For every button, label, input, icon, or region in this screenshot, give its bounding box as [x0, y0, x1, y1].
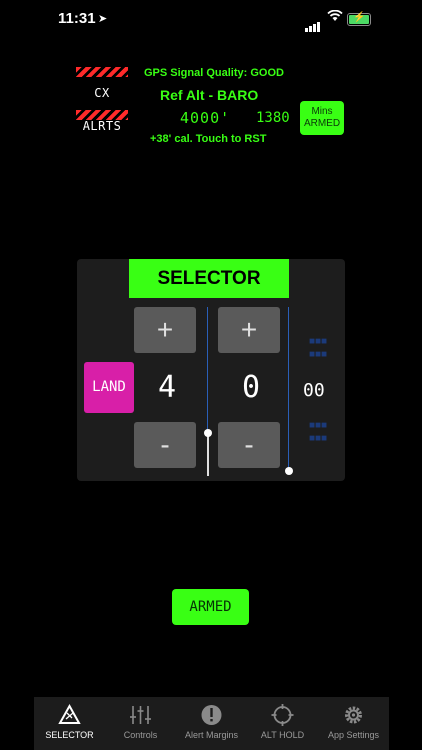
gear-icon	[345, 706, 362, 724]
left-scale-line	[207, 307, 208, 432]
tab-controls[interactable]: Controls	[105, 697, 176, 750]
right-scale-line	[288, 307, 289, 470]
armed-button[interactable]: ARMED	[172, 589, 249, 625]
crosshair-icon	[271, 704, 294, 726]
tab-controls-label: Controls	[123, 730, 158, 740]
battery-icon: ⚡	[347, 12, 371, 26]
sliders-icon	[130, 706, 151, 724]
ref-alt-value: 4000'	[180, 109, 231, 127]
wifi-icon	[327, 10, 343, 21]
faint-indicator-top: ■■■ ■■■	[308, 336, 328, 360]
status-time: 11:31	[58, 10, 96, 27]
secondary-alt-value: 1380	[256, 110, 290, 126]
calibration-reset[interactable]: +38' cal. Touch to RST	[150, 133, 266, 145]
land-button[interactable]: LAND	[84, 362, 134, 413]
mins-armed-label: ARMED	[303, 118, 341, 129]
left-digit: 4	[157, 370, 177, 405]
selector-icon	[58, 703, 81, 724]
alert-icon	[201, 705, 222, 725]
right-decrement-button[interactable]: -	[218, 422, 280, 468]
small-digits: 00	[303, 380, 325, 401]
status-bar: 11:31 ➤ ⚡	[0, 0, 422, 40]
tab-alt-hold[interactable]: ALT HOLD	[247, 697, 318, 750]
left-decrement-button[interactable]: -	[134, 422, 196, 468]
tab-bar: SELECTOR Controls Alert Margins ALT HOLD	[34, 697, 389, 750]
right-increment-button[interactable]: +	[218, 307, 280, 353]
app-logo: CX ALRTS	[76, 67, 128, 133]
logo-text: CX ALRTS	[82, 86, 122, 133]
tab-alert-margins-label: Alert Margins	[184, 730, 238, 740]
faint-indicator-bottom: ■■■ ■■■	[308, 420, 328, 444]
left-increment-button[interactable]: +	[134, 307, 196, 353]
tab-selector[interactable]: SELECTOR	[34, 697, 105, 750]
selector-title: SELECTOR	[129, 259, 289, 298]
selector-panel: SELECTOR + + LAND 4 0 00 - - ■■■ ■■■ ■■■ ■…	[77, 259, 345, 481]
right-slider-handle[interactable]	[285, 467, 293, 475]
location-arrow-icon: ➤	[98, 13, 108, 25]
tab-alert-margins[interactable]: Alert Margins	[176, 697, 247, 750]
tab-selector-label: SELECTOR	[45, 730, 94, 740]
gps-quality-text: GPS Signal Quality: GOOD	[144, 67, 284, 79]
tab-app-settings[interactable]: App Settings	[318, 697, 389, 750]
tab-app-settings-label: App Settings	[327, 730, 380, 740]
ref-alt-label: Ref Alt - BARO	[160, 87, 259, 103]
mins-label: Mins	[311, 106, 333, 117]
mins-armed-button[interactable]: Mins ARMED	[300, 101, 344, 135]
tab-alt-hold-label: ALT HOLD	[260, 730, 305, 740]
left-slider-handle[interactable]	[204, 429, 212, 437]
right-digit: 0	[241, 370, 261, 405]
left-slider-track	[207, 432, 209, 476]
cell-signal-icon	[305, 14, 321, 32]
